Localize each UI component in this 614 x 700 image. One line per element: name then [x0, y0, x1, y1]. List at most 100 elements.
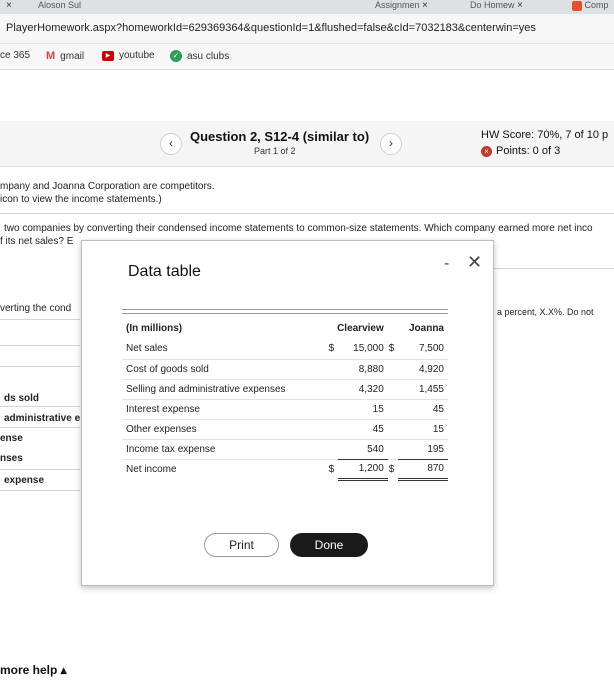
- tab-label: Assignmen: [375, 0, 420, 10]
- currency-sign: [327, 379, 338, 400]
- table-header-row: (In millions) Clearview Joanna: [122, 317, 448, 339]
- incorrect-icon: ×: [481, 145, 492, 157]
- browser-tab[interactable]: Aloson Sul: [38, 0, 81, 14]
- browser-tab-strip: × Aloson Sul Assignmen × Do Homew × Comp: [0, 0, 614, 14]
- table-row: Other expenses 45 15: [122, 419, 448, 440]
- row-label: Net income: [126, 463, 177, 475]
- bookmarks-bar: ce 365 M gmail ▶ youtube ✓ asu clubs: [0, 44, 614, 70]
- tab-label: Do Homew: [470, 0, 515, 10]
- browser-tab[interactable]: Assignmen ×: [375, 0, 428, 14]
- tab-favicon-icon: [572, 0, 582, 11]
- gmail-icon: M: [46, 50, 56, 62]
- bookmark-item[interactable]: ▶ youtube: [102, 50, 155, 61]
- question-text-line: two companies by converting their conden…: [4, 223, 593, 234]
- table-row: Interest expense 15 45: [122, 399, 448, 420]
- browser-tab[interactable]: Comp: [572, 0, 609, 14]
- currency-sign: [327, 419, 338, 440]
- answer-row-label: expense: [4, 475, 45, 486]
- row-label: Net sales: [122, 339, 328, 360]
- joanna-value: 45: [398, 399, 448, 420]
- bookmark-label: gmail: [60, 50, 85, 62]
- joanna-value: 4,920: [398, 359, 448, 380]
- currency-sign: $: [328, 463, 335, 475]
- income-statement-table: (In millions) Clearview Joanna Net sales…: [122, 317, 448, 481]
- address-bar[interactable]: PlayerHomework.aspx?homeworkId=629369364…: [0, 14, 614, 44]
- previous-question-button[interactable]: ‹: [160, 133, 182, 155]
- divider: [0, 345, 80, 346]
- table-row: Net sales $ 15,000 $ 7,500: [122, 339, 448, 360]
- currency-sign: $: [327, 339, 338, 360]
- table-row: Selling and administrative expenses 4,32…: [122, 379, 448, 400]
- asu-icon: ✓: [170, 50, 182, 62]
- table-row: Net income $ 1,200 $ 870: [122, 458, 448, 481]
- currency-sign: [387, 379, 399, 400]
- tab-close-icon[interactable]: ×: [422, 0, 428, 11]
- question-header: ‹ Question 2, S12-4 (similar to) Part 1 …: [0, 121, 614, 167]
- instruction-text: verting the cond: [0, 303, 72, 314]
- points-text: Points: 0 of 3: [496, 145, 561, 157]
- hw-score: HW Score: 70%, 7 of 10 p: [481, 129, 609, 141]
- currency-sign: [327, 399, 338, 420]
- joanna-value: 15: [398, 419, 448, 440]
- table-row: Income tax expense 540 195: [122, 439, 448, 460]
- currency-sign: [387, 439, 399, 460]
- print-button[interactable]: Print: [204, 533, 279, 557]
- answer-row-label: ds sold: [4, 393, 40, 404]
- question-title: Question 2, S12-4 (similar to): [190, 129, 370, 144]
- youtube-icon: ▶: [102, 50, 114, 61]
- divider: [0, 469, 80, 470]
- divider: [494, 268, 614, 269]
- tab-label: Aloson Sul: [38, 0, 82, 10]
- bookmark-item[interactable]: M gmail: [46, 50, 84, 62]
- divider: [0, 319, 80, 320]
- minimize-icon[interactable]: -: [444, 255, 449, 273]
- divider: [0, 490, 80, 491]
- tab-label: Comp: [584, 0, 609, 10]
- divider: [0, 213, 614, 214]
- currency-sign: [387, 399, 399, 420]
- clearview-value: 1,200: [337, 458, 388, 481]
- bookmark-item[interactable]: ce 365: [0, 50, 30, 61]
- column-header: Clearview: [337, 322, 384, 334]
- bookmark-label: asu clubs: [187, 50, 230, 62]
- currency-sign: [387, 359, 399, 380]
- joanna-value: 1,455: [398, 379, 448, 400]
- browser-tab[interactable]: Do Homew ×: [470, 0, 523, 14]
- divider: [0, 406, 80, 407]
- page-spacer: [0, 71, 614, 121]
- divider: [0, 427, 80, 428]
- url-text[interactable]: PlayerHomework.aspx?homeworkId=629369364…: [6, 22, 536, 34]
- joanna-value: 7,500: [398, 339, 448, 360]
- bookmark-label: youtube: [119, 50, 155, 61]
- table-top-rule: [122, 313, 448, 314]
- clearview-value: 15,000: [337, 339, 388, 360]
- dialog-title: Data table: [128, 263, 201, 280]
- currency-sign: $: [387, 339, 399, 360]
- table-row: Cost of goods sold 8,880 4,920: [122, 359, 448, 380]
- row-label: Cost of goods sold: [122, 359, 328, 380]
- close-icon[interactable]: ✕: [467, 252, 482, 273]
- answer-row-label: administrative e: [4, 413, 81, 424]
- clearview-value: 45: [337, 419, 388, 440]
- currency-sign: [327, 359, 338, 380]
- row-label: Other expenses: [122, 419, 328, 440]
- currency-sign: [387, 419, 399, 440]
- clearview-value: 8,880: [337, 359, 388, 380]
- done-button[interactable]: Done: [290, 533, 368, 557]
- bookmark-label: ce 365: [0, 50, 31, 61]
- more-help-link[interactable]: more help ▴: [0, 663, 67, 677]
- clearview-value: 15: [337, 399, 388, 420]
- currency-sign: $: [388, 463, 395, 475]
- question-part: Part 1 of 2: [254, 146, 296, 156]
- divider: [0, 366, 80, 367]
- bookmark-item[interactable]: ✓ asu clubs: [170, 50, 229, 62]
- next-question-button[interactable]: ›: [380, 133, 402, 155]
- joanna-value: 195: [398, 439, 448, 460]
- question-text-line: f its net sales? E: [0, 236, 74, 247]
- tab-close-button[interactable]: ×: [6, 0, 12, 14]
- tab-close-icon[interactable]: ×: [517, 0, 523, 11]
- data-table-dialog: Data table - ✕ (In millions) Clearview J…: [81, 240, 494, 586]
- points-status: × Points: 0 of 3: [481, 145, 560, 157]
- column-header: (In millions): [126, 322, 183, 334]
- instruction-text: a percent, X.X%. Do not: [497, 307, 594, 317]
